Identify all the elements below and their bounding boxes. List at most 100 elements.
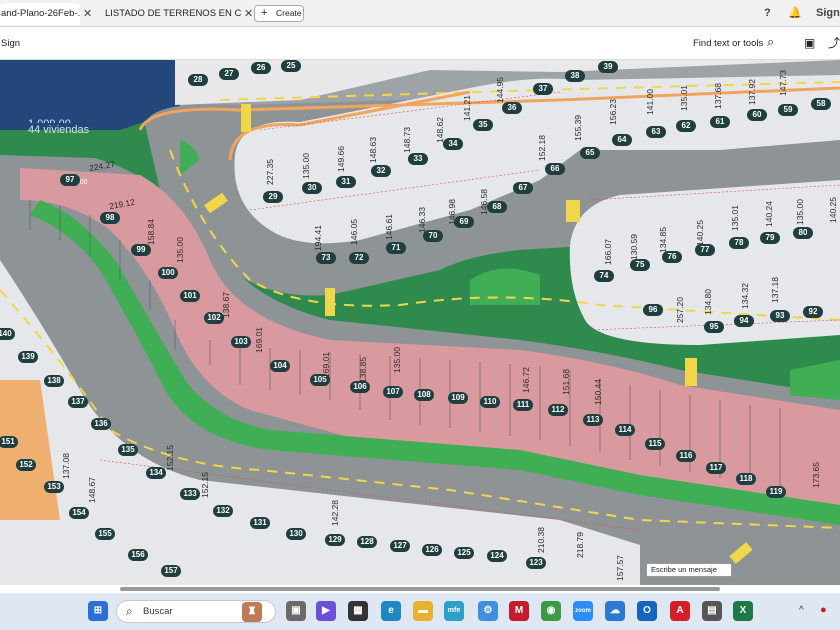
lot-number-badge[interactable]: 127 bbox=[390, 540, 410, 552]
site-plan-map[interactable]: 1,009.00 44 viviendas 50.00 282726253938… bbox=[0, 60, 840, 585]
lot-number-badge[interactable]: 65 bbox=[580, 147, 600, 159]
lot-number-badge[interactable]: 37 bbox=[533, 83, 553, 95]
lot-number-badge[interactable]: 78 bbox=[729, 237, 749, 249]
lot-number-badge[interactable]: 61 bbox=[710, 116, 730, 128]
lot-number-badge[interactable]: 35 bbox=[473, 119, 493, 131]
calculator-icon[interactable]: ▤ bbox=[702, 601, 722, 621]
lot-number-badge[interactable]: 73 bbox=[316, 252, 336, 264]
app-icon[interactable]: mfe bbox=[444, 601, 464, 621]
lot-number-badge[interactable]: 115 bbox=[645, 438, 665, 450]
settings-app-icon[interactable]: ⚙ bbox=[478, 601, 498, 621]
lot-number-badge[interactable]: 34 bbox=[443, 138, 463, 150]
create-button[interactable]: + Create bbox=[254, 5, 304, 22]
lot-number-badge[interactable]: 133 bbox=[180, 488, 200, 500]
lot-number-badge[interactable]: 138 bbox=[44, 375, 64, 387]
lot-number-badge[interactable]: 109 bbox=[448, 392, 468, 404]
lot-number-badge[interactable]: 36 bbox=[502, 102, 522, 114]
lot-number-badge[interactable]: 152 bbox=[16, 459, 36, 471]
horizontal-scrollbar[interactable] bbox=[120, 587, 720, 591]
share-icon[interactable]: ⤴ bbox=[828, 36, 840, 50]
lot-number-badge[interactable]: 28 bbox=[188, 74, 208, 86]
lot-number-badge[interactable]: 100 bbox=[158, 267, 178, 279]
lot-number-badge[interactable]: 97 bbox=[60, 174, 80, 186]
lot-number-badge[interactable]: 92 bbox=[803, 306, 823, 318]
file-explorer-icon[interactable]: ▬ bbox=[413, 601, 433, 621]
lot-number-badge[interactable]: 99 bbox=[131, 244, 151, 256]
task-view-icon[interactable]: ▣ bbox=[286, 601, 306, 621]
save-icon[interactable]: ▣ bbox=[804, 36, 815, 50]
lot-number-badge[interactable]: 117 bbox=[706, 462, 726, 474]
lot-number-badge[interactable]: 130 bbox=[286, 528, 306, 540]
store-icon[interactable]: ▦ bbox=[348, 601, 368, 621]
lot-number-badge[interactable]: 68 bbox=[487, 201, 507, 213]
bell-icon[interactable]: 🔔 bbox=[788, 6, 802, 20]
lot-number-badge[interactable]: 107 bbox=[383, 386, 403, 398]
edge-icon[interactable]: e bbox=[381, 601, 401, 621]
lot-number-badge[interactable]: 60 bbox=[747, 109, 767, 121]
lot-number-badge[interactable]: 104 bbox=[270, 360, 290, 372]
lot-number-badge[interactable]: 119 bbox=[766, 486, 786, 498]
chrome-icon[interactable]: ◉ bbox=[541, 601, 561, 621]
lot-number-badge[interactable]: 72 bbox=[349, 252, 369, 264]
lot-number-badge[interactable]: 124 bbox=[487, 550, 507, 562]
lot-number-badge[interactable]: 110 bbox=[480, 396, 500, 408]
lot-number-badge[interactable]: 38 bbox=[565, 70, 585, 82]
lot-number-badge[interactable]: 139 bbox=[18, 351, 38, 363]
lot-number-badge[interactable]: 151 bbox=[0, 436, 18, 448]
lot-number-badge[interactable]: 129 bbox=[325, 534, 345, 546]
lot-number-badge[interactable]: 116 bbox=[676, 450, 696, 462]
lot-number-badge[interactable]: 140 bbox=[0, 328, 15, 340]
sign-button[interactable]: Sign bbox=[1, 37, 20, 51]
lot-number-badge[interactable]: 69 bbox=[454, 216, 474, 228]
acrobat-icon[interactable]: A bbox=[670, 601, 690, 621]
lot-number-badge[interactable]: 33 bbox=[408, 153, 428, 165]
lot-number-badge[interactable]: 75 bbox=[630, 259, 650, 271]
lot-number-badge[interactable]: 79 bbox=[760, 232, 780, 244]
lot-number-badge[interactable]: 58 bbox=[811, 98, 831, 110]
lot-number-badge[interactable]: 157 bbox=[161, 565, 181, 577]
sign-in-label[interactable]: Sign bbox=[816, 6, 840, 20]
lot-number-badge[interactable]: 80 bbox=[793, 227, 813, 239]
lot-number-badge[interactable]: 108 bbox=[414, 389, 434, 401]
mcafee-icon[interactable]: M bbox=[509, 601, 529, 621]
chevron-up-icon[interactable]: ^ bbox=[799, 605, 804, 616]
lot-number-badge[interactable]: 135 bbox=[118, 444, 138, 456]
lot-number-badge[interactable]: 31 bbox=[336, 176, 356, 188]
lot-number-badge[interactable]: 94 bbox=[734, 315, 754, 327]
windows-start-icon[interactable]: ⊞ bbox=[88, 601, 108, 621]
lot-number-badge[interactable]: 98 bbox=[100, 212, 120, 224]
lot-number-badge[interactable]: 95 bbox=[704, 321, 724, 333]
tray-icon[interactable]: ● bbox=[820, 604, 827, 616]
lot-number-badge[interactable]: 103 bbox=[231, 336, 251, 348]
lot-number-badge[interactable]: 137 bbox=[68, 396, 88, 408]
lot-number-badge[interactable]: 101 bbox=[180, 290, 200, 302]
lot-number-badge[interactable]: 30 bbox=[302, 182, 322, 194]
lot-number-badge[interactable]: 71 bbox=[386, 242, 406, 254]
lot-number-badge[interactable]: 128 bbox=[357, 536, 377, 548]
lot-number-badge[interactable]: 96 bbox=[643, 304, 663, 316]
onedrive-icon[interactable]: ☁ bbox=[605, 601, 625, 621]
lot-number-badge[interactable]: 67 bbox=[513, 182, 533, 194]
search-icon[interactable]: ⌕ bbox=[767, 35, 774, 49]
find-text-label[interactable]: Find text or tools bbox=[693, 37, 763, 51]
lot-number-badge[interactable]: 93 bbox=[770, 310, 790, 322]
lot-number-badge[interactable]: 32 bbox=[371, 165, 391, 177]
zoom-icon[interactable]: zoom bbox=[573, 601, 593, 621]
lot-number-badge[interactable]: 123 bbox=[526, 557, 546, 569]
lot-number-badge[interactable]: 26 bbox=[251, 62, 271, 74]
lot-number-badge[interactable]: 155 bbox=[95, 528, 115, 540]
lot-number-badge[interactable]: 154 bbox=[69, 507, 89, 519]
lot-number-badge[interactable]: 125 bbox=[454, 547, 474, 559]
lot-number-badge[interactable]: 64 bbox=[612, 134, 632, 146]
lot-number-badge[interactable]: 74 bbox=[594, 270, 614, 282]
lot-number-badge[interactable]: 156 bbox=[128, 549, 148, 561]
lot-number-badge[interactable]: 153 bbox=[44, 481, 64, 493]
close-icon[interactable]: ✕ bbox=[83, 3, 92, 25]
lot-number-badge[interactable]: 113 bbox=[583, 414, 603, 426]
lot-number-badge[interactable]: 59 bbox=[778, 104, 798, 116]
meet-icon[interactable]: ▶ bbox=[316, 601, 336, 621]
tab-listado[interactable]: LISTADO DE TERRENOS EN CO... bbox=[105, 3, 241, 25]
close-icon[interactable]: ✕ bbox=[244, 3, 253, 25]
lot-number-badge[interactable]: 25 bbox=[281, 60, 301, 72]
excel-icon[interactable]: X bbox=[733, 601, 753, 621]
